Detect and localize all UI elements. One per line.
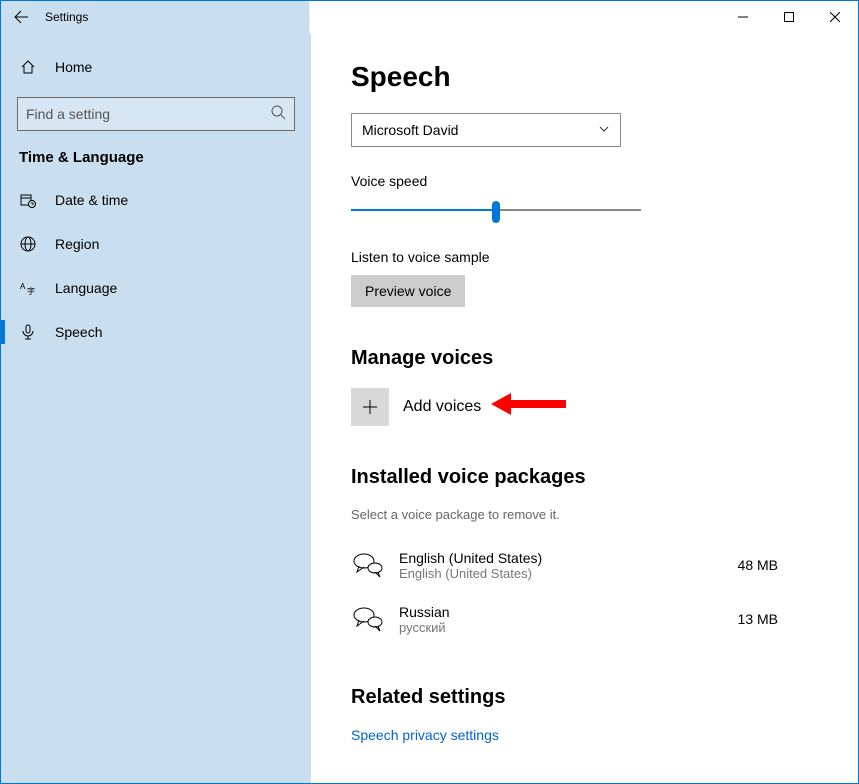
close-icon: [830, 12, 840, 22]
sidebar-item-label: Region: [55, 236, 99, 252]
globe-icon: [19, 235, 37, 253]
page-title: Speech: [351, 61, 818, 93]
sidebar-item-language[interactable]: A字 Language: [1, 266, 311, 310]
sidebar-item-label: Date & time: [55, 192, 128, 208]
svg-text:字: 字: [27, 286, 35, 296]
home-icon: [19, 58, 37, 76]
back-arrow-icon: [13, 9, 29, 25]
search-icon: [270, 104, 286, 125]
home-label: Home: [55, 59, 92, 75]
manage-voices-heading: Manage voices: [351, 347, 818, 370]
package-subtitle: English (United States): [399, 566, 724, 581]
calendar-clock-icon: [19, 191, 37, 209]
slider-thumb[interactable]: [492, 201, 500, 223]
plus-icon: [351, 388, 389, 426]
window-title: Settings: [45, 10, 88, 24]
settings-window: Settings Home Time & La: [0, 0, 859, 784]
sidebar-item-speech[interactable]: Speech: [1, 310, 311, 354]
voice-package-row[interactable]: English (United States) English (United …: [351, 538, 818, 592]
home-link[interactable]: Home: [1, 45, 311, 89]
voice-package-row[interactable]: Russian русский 13 MB: [351, 592, 818, 646]
maximize-icon: [784, 12, 794, 22]
add-voices-button[interactable]: Add voices: [351, 388, 481, 426]
sidebar-item-date-time[interactable]: Date & time: [1, 178, 311, 222]
maximize-button[interactable]: [766, 1, 812, 33]
preview-voice-button[interactable]: Preview voice: [351, 275, 465, 307]
related-settings-heading: Related settings: [351, 686, 818, 709]
microphone-icon: [19, 323, 37, 341]
package-name: Russian: [399, 604, 724, 620]
chevron-down-icon: [598, 122, 610, 138]
speech-bubble-icon: [351, 602, 385, 636]
package-name: English (United States): [399, 550, 724, 566]
titlebar: Settings: [1, 1, 858, 33]
content-pane: Speech Microsoft David Voice speed Liste…: [311, 33, 858, 783]
minimize-button[interactable]: [720, 1, 766, 33]
package-size: 13 MB: [738, 611, 818, 627]
voice-select[interactable]: Microsoft David: [351, 113, 621, 147]
voice-speed-label: Voice speed: [351, 173, 818, 189]
speech-bubble-icon: [351, 548, 385, 582]
voice-speed-slider[interactable]: [351, 199, 641, 223]
back-button[interactable]: [1, 1, 41, 33]
search-box[interactable]: [17, 97, 295, 131]
language-icon: A字: [19, 279, 37, 297]
sidebar-item-region[interactable]: Region: [1, 222, 311, 266]
package-size: 48 MB: [738, 557, 818, 573]
minimize-icon: [738, 12, 748, 22]
package-subtitle: русский: [399, 620, 724, 635]
add-voices-label: Add voices: [403, 398, 481, 416]
close-button[interactable]: [812, 1, 858, 33]
sidebar: Home Time & Language Date & time Region: [1, 33, 311, 783]
speech-privacy-link[interactable]: Speech privacy settings: [351, 727, 818, 743]
sidebar-item-label: Speech: [55, 324, 102, 340]
listen-label: Listen to voice sample: [351, 249, 818, 265]
voice-select-value: Microsoft David: [362, 122, 458, 138]
installed-packages-heading: Installed voice packages: [351, 466, 818, 489]
svg-text:A: A: [20, 282, 26, 291]
installed-packages-hint: Select a voice package to remove it.: [351, 507, 818, 522]
sidebar-item-label: Language: [55, 280, 117, 296]
search-input[interactable]: [26, 106, 270, 122]
category-header: Time & Language: [1, 149, 311, 178]
